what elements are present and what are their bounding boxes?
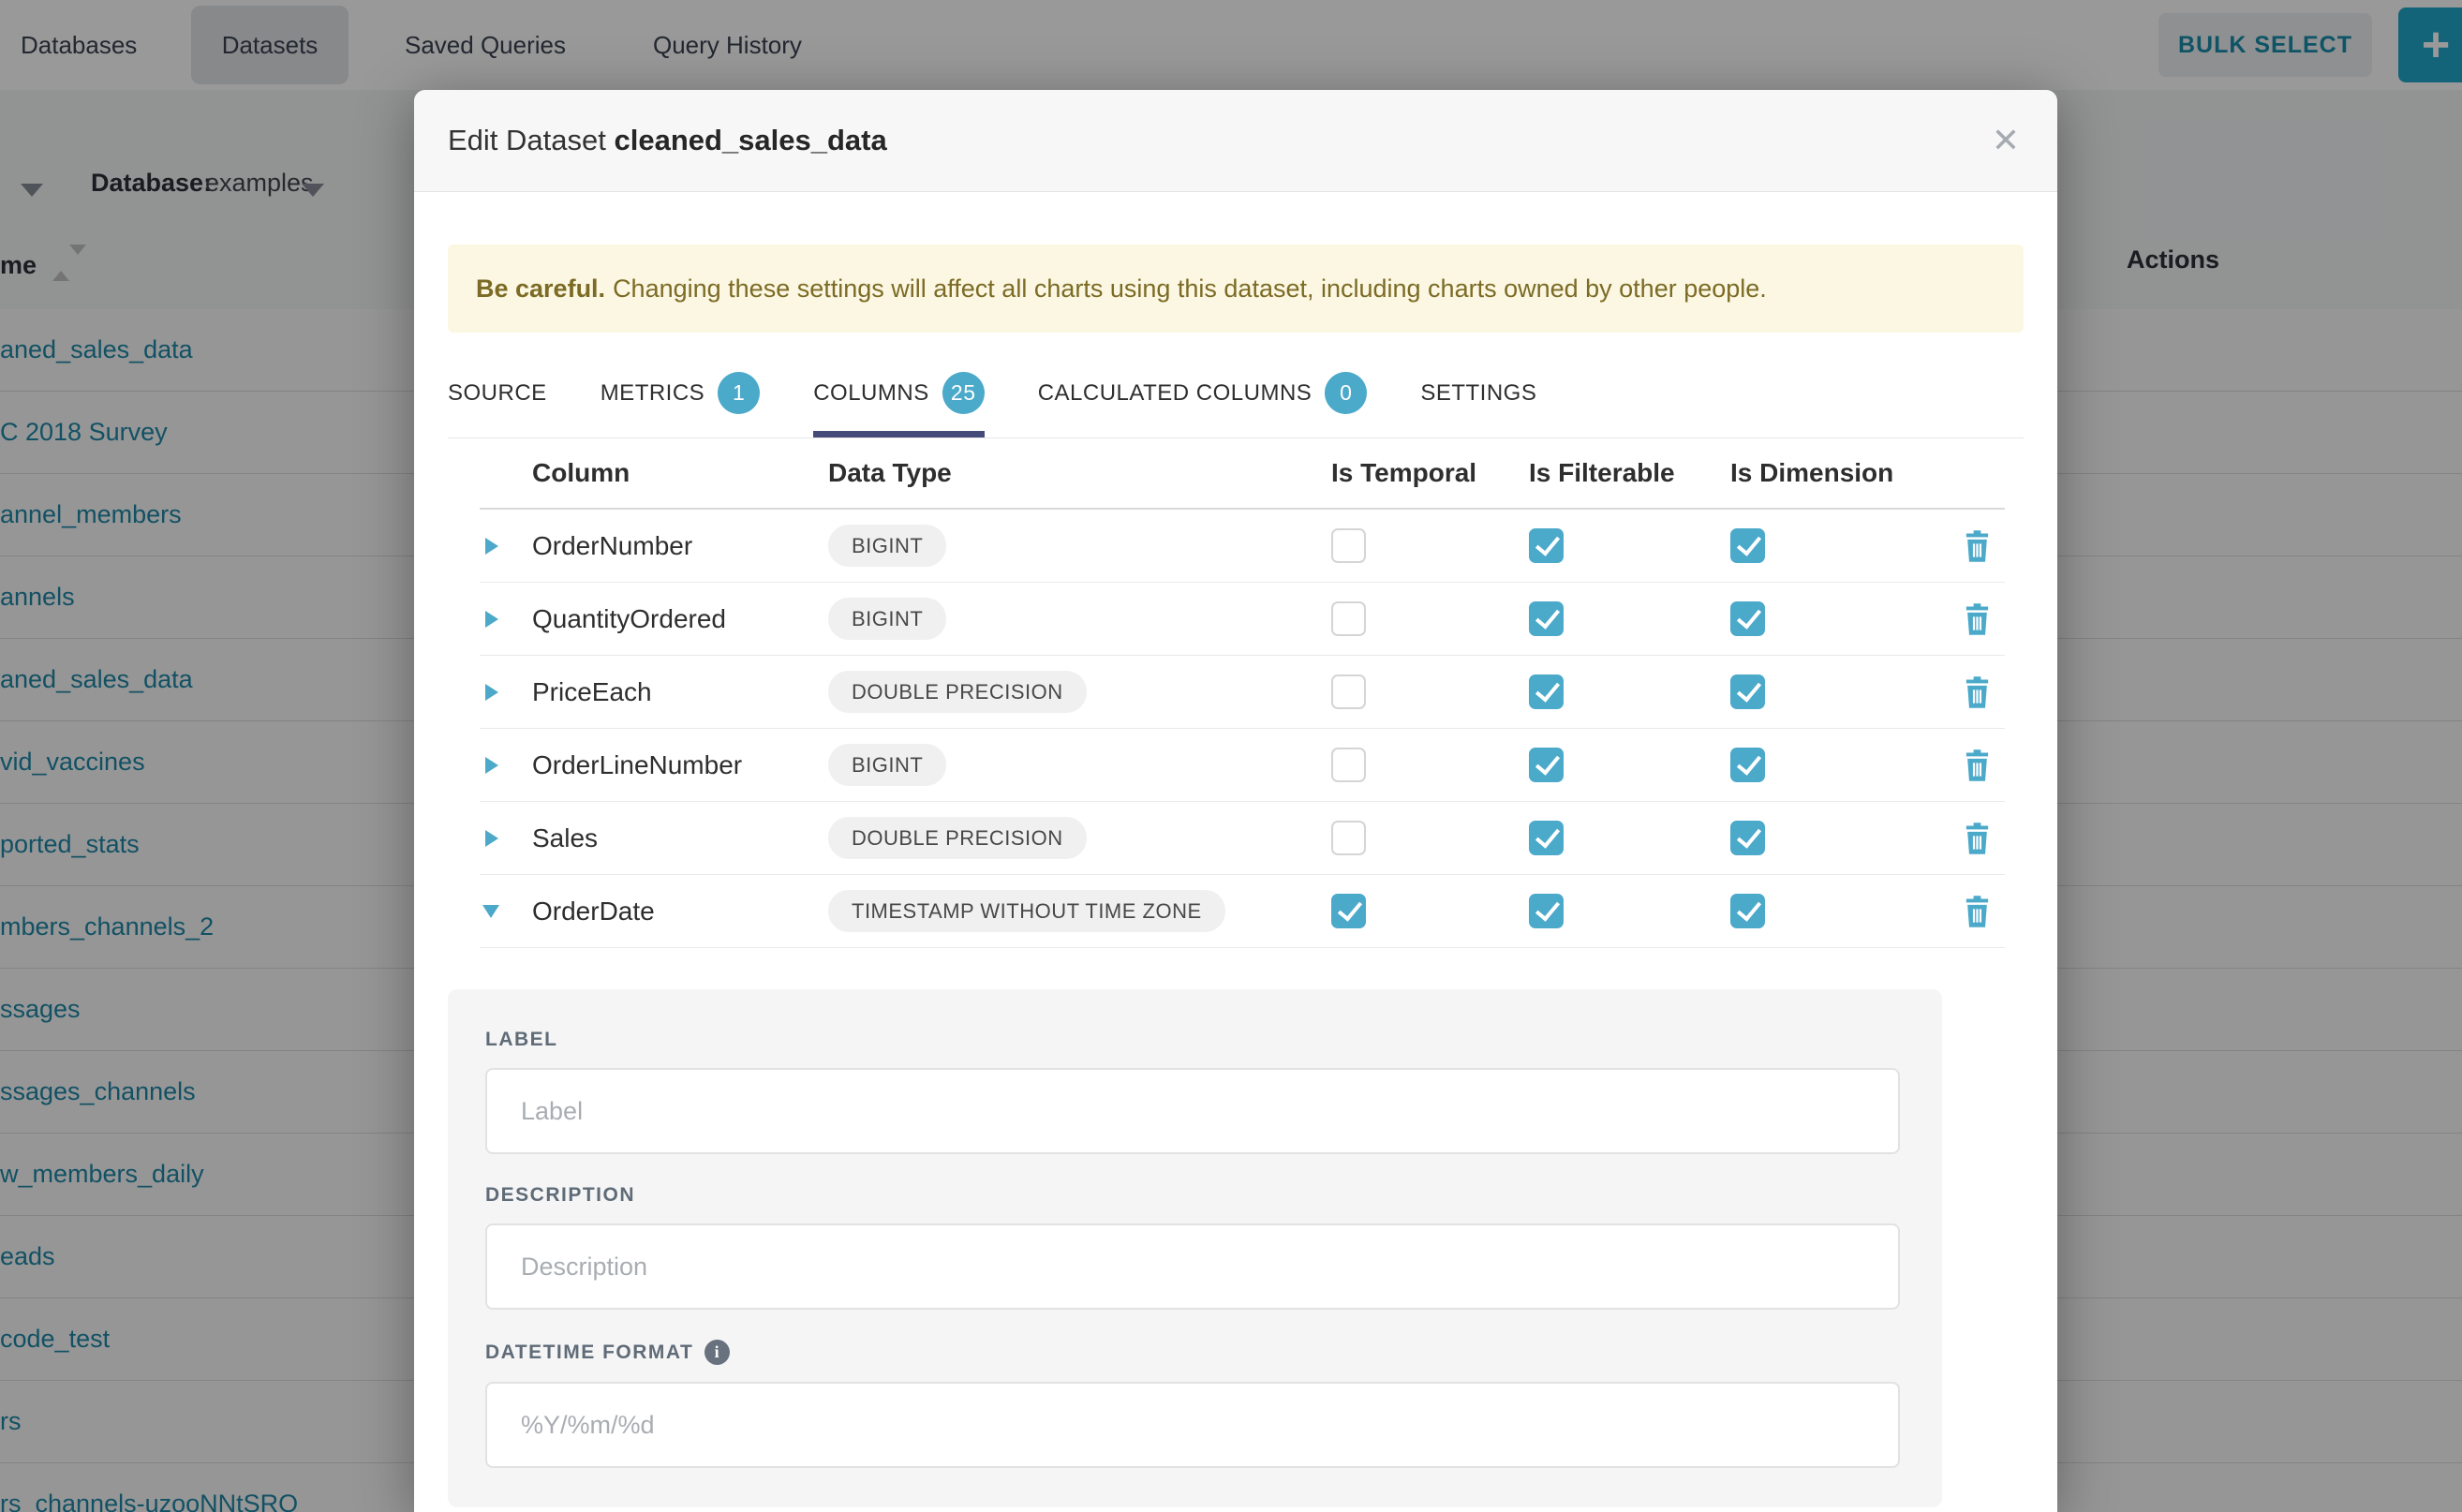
metrics-count-badge: 1 <box>718 372 760 414</box>
is-filterable-checkbox[interactable] <box>1529 674 1564 709</box>
is-filterable-header: Is Filterable <box>1529 458 1730 488</box>
column-name: OrderNumber <box>532 531 828 561</box>
is-temporal-checkbox[interactable] <box>1331 748 1366 782</box>
is-filterable-checkbox[interactable] <box>1529 748 1564 782</box>
info-icon[interactable]: i <box>704 1340 730 1365</box>
data-type-pill: BIGINT <box>828 598 946 640</box>
description-field-label: DESCRIPTION <box>485 1184 1905 1207</box>
columns-count-badge: 25 <box>942 372 985 414</box>
expand-caret-icon[interactable] <box>485 757 498 774</box>
data-type-pill: DOUBLE PRECISION <box>828 817 1087 859</box>
trash-icon[interactable] <box>1963 676 1992 708</box>
expand-caret-icon[interactable] <box>485 684 498 701</box>
expand-caret-icon[interactable] <box>485 538 498 555</box>
is-filterable-checkbox[interactable] <box>1529 821 1564 855</box>
datetime-format-field-group: DATETIME FORMAT i <box>485 1340 1905 1468</box>
expand-caret-icon[interactable] <box>485 830 498 847</box>
column-row: Sales DOUBLE PRECISION <box>480 802 2005 875</box>
modal-tabs: SOURCE METRICS1 COLUMNS25 CALCULATED COL… <box>448 372 2024 438</box>
columns-table-header: Column Data Type Is Temporal Is Filterab… <box>480 438 2005 510</box>
tab-calculated-columns[interactable]: CALCULATED COLUMNS0 <box>1038 372 1368 437</box>
column-name: QuantityOrdered <box>532 604 828 634</box>
data-type-header: Data Type <box>828 458 1331 488</box>
description-field-group: DESCRIPTION <box>485 1184 1905 1310</box>
column-name: PriceEach <box>532 677 828 707</box>
column-row: QuantityOrdered BIGINT <box>480 583 2005 656</box>
column-row: OrderLineNumber BIGINT <box>480 729 2005 802</box>
trash-icon[interactable] <box>1963 749 1992 781</box>
modal-body: Be careful. Changing these settings will… <box>414 245 2057 1507</box>
label-input[interactable] <box>485 1068 1900 1154</box>
warning-bold-text: Be careful. <box>476 274 605 304</box>
edit-dataset-modal: Edit Dataset cleaned_sales_data ✕ Be car… <box>414 90 2057 1512</box>
is-filterable-checkbox[interactable] <box>1529 528 1564 563</box>
tab-columns[interactable]: COLUMNS25 <box>813 372 985 437</box>
is-temporal-checkbox[interactable] <box>1331 894 1366 928</box>
column-row: OrderNumber BIGINT <box>480 510 2005 583</box>
expand-caret-icon[interactable] <box>485 611 498 628</box>
modal-header: Edit Dataset cleaned_sales_data ✕ <box>414 90 2057 192</box>
is-filterable-checkbox[interactable] <box>1529 601 1564 636</box>
label-field-label: LABEL <box>485 1029 1905 1051</box>
warning-text: Changing these settings will affect all … <box>613 274 1767 304</box>
is-dimension-checkbox[interactable] <box>1730 894 1765 928</box>
column-row: PriceEach DOUBLE PRECISION <box>480 656 2005 729</box>
column-name: OrderDate <box>532 897 828 926</box>
is-dimension-header: Is Dimension <box>1730 458 1949 488</box>
is-filterable-checkbox[interactable] <box>1529 894 1564 928</box>
datetime-format-field-label: DATETIME FORMAT i <box>485 1340 1905 1365</box>
tab-settings[interactable]: SETTINGS <box>1420 372 1536 437</box>
is-dimension-checkbox[interactable] <box>1730 528 1765 563</box>
column-header: Column <box>532 458 828 488</box>
trash-icon[interactable] <box>1963 896 1992 927</box>
data-type-pill: BIGINT <box>828 525 946 567</box>
label-field-group: LABEL <box>485 1029 1905 1154</box>
is-temporal-header: Is Temporal <box>1331 458 1529 488</box>
is-dimension-checkbox[interactable] <box>1730 748 1765 782</box>
tab-source[interactable]: SOURCE <box>448 372 547 437</box>
column-name: Sales <box>532 823 828 853</box>
trash-icon[interactable] <box>1963 823 1992 854</box>
description-input[interactable] <box>485 1223 1900 1310</box>
is-temporal-checkbox[interactable] <box>1331 601 1366 636</box>
trash-icon[interactable] <box>1963 603 1992 635</box>
data-type-pill: TIMESTAMP WITHOUT TIME ZONE <box>828 890 1225 932</box>
calculated-columns-count-badge: 0 <box>1325 372 1367 414</box>
columns-table: Column Data Type Is Temporal Is Filterab… <box>480 438 2005 948</box>
column-name: OrderLineNumber <box>532 750 828 780</box>
close-icon[interactable]: ✕ <box>1992 124 2020 157</box>
trash-icon[interactable] <box>1963 530 1992 562</box>
dataset-name: cleaned_sales_data <box>614 124 886 156</box>
column-row-expanded: OrderDate TIMESTAMP WITHOUT TIME ZONE <box>480 875 2005 948</box>
column-detail-panel: LABEL DESCRIPTION DATETIME FORMAT i <box>448 989 1942 1507</box>
is-temporal-checkbox[interactable] <box>1331 674 1366 709</box>
datetime-format-input[interactable] <box>485 1382 1900 1468</box>
data-type-pill: BIGINT <box>828 744 946 786</box>
is-dimension-checkbox[interactable] <box>1730 821 1765 855</box>
is-temporal-checkbox[interactable] <box>1331 528 1366 563</box>
warning-banner: Be careful. Changing these settings will… <box>448 245 2024 333</box>
is-temporal-checkbox[interactable] <box>1331 821 1366 855</box>
modal-title: Edit Dataset cleaned_sales_data <box>448 124 887 157</box>
data-type-pill: DOUBLE PRECISION <box>828 671 1087 713</box>
is-dimension-checkbox[interactable] <box>1730 674 1765 709</box>
tab-metrics[interactable]: METRICS1 <box>601 372 761 437</box>
collapse-caret-icon[interactable] <box>482 905 499 918</box>
is-dimension-checkbox[interactable] <box>1730 601 1765 636</box>
